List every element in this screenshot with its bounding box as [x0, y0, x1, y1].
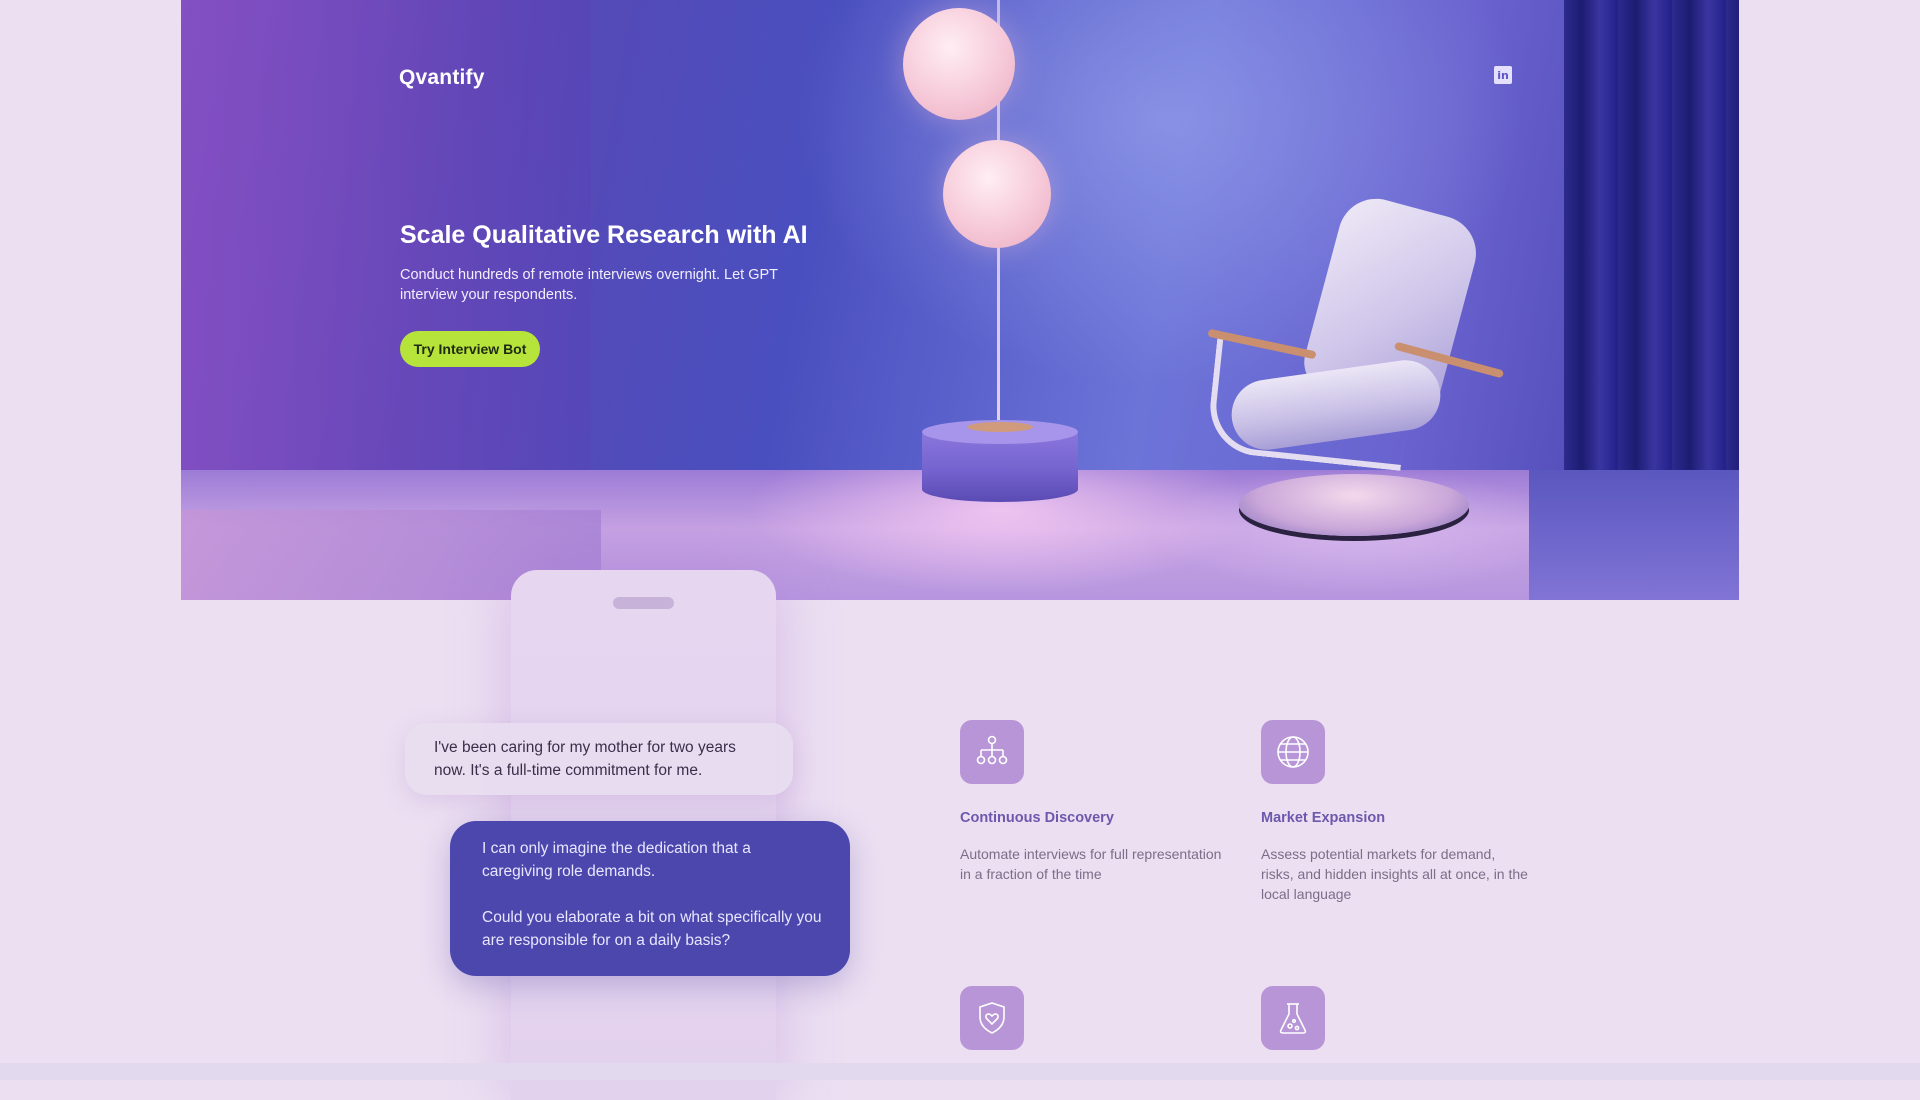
shield-heart-icon [960, 986, 1024, 1050]
linkedin-icon[interactable]: in [1494, 66, 1512, 84]
bottom-bar [0, 1063, 1920, 1080]
chair-base [1239, 474, 1469, 536]
chat-bot-message-2: Could you elaborate a bit on what specif… [482, 909, 822, 949]
brand-logo[interactable]: Qvantify [399, 66, 485, 90]
globe-icon [1261, 720, 1325, 784]
chat-bot-message-1: I can only imagine the dedication that a… [482, 840, 751, 880]
flask-icon [1261, 986, 1325, 1050]
hero-title: Scale Qualitative Research with AI [400, 221, 808, 249]
feature-title-continuous-discovery: Continuous Discovery [960, 810, 1114, 826]
feature-title-market-expansion: Market Expansion [1261, 810, 1386, 826]
hero-curtain-base [1529, 470, 1739, 600]
chat-bot-bubble: I can only imagine the dedication that a… [450, 821, 850, 976]
hero-subtitle: Conduct hundreds of remote interviews ov… [400, 267, 778, 303]
org-chart-icon [960, 720, 1024, 784]
feature-desc-continuous-discovery: Automate interviews for full representat… [960, 846, 1222, 882]
try-interview-bot-button[interactable]: Try Interview Bot [400, 331, 540, 367]
hero-back-panel [181, 0, 591, 510]
hero-curtain [1564, 0, 1739, 475]
feature-desc-market-expansion: Assess potential markets for demand, ris… [1261, 846, 1528, 902]
phone-notch [613, 597, 674, 609]
lamp-ball-top [903, 8, 1015, 120]
lamp-base-dot [967, 422, 1033, 432]
chat-user-bubble: I've been caring for my mother for two y… [405, 723, 793, 795]
